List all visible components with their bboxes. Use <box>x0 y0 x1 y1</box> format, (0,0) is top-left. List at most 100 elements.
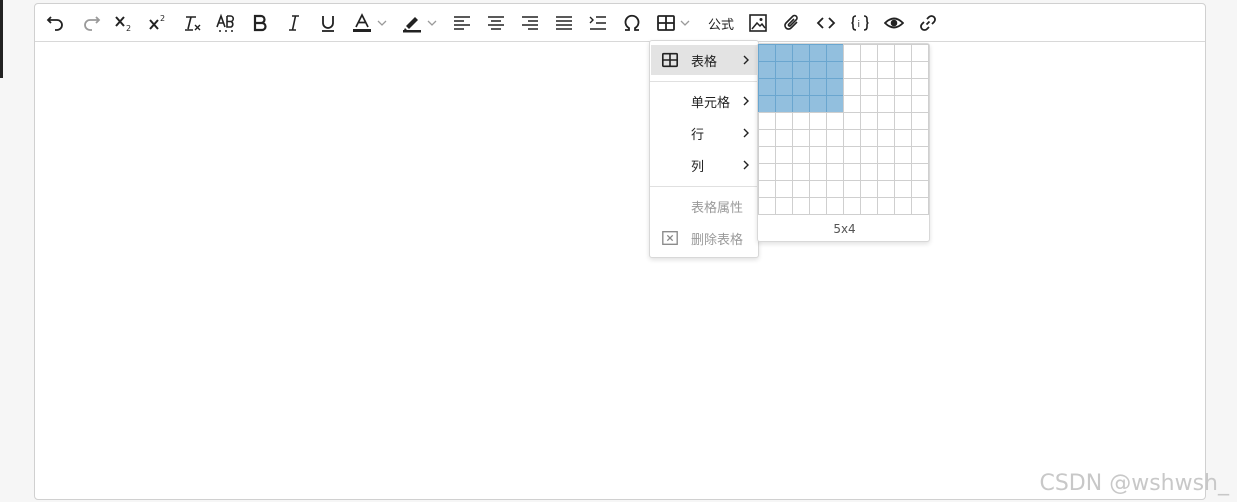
grid-cell[interactable] <box>758 61 776 79</box>
font-color-dropdown[interactable] <box>374 10 390 36</box>
grid-cell[interactable] <box>758 78 776 96</box>
align-center-button[interactable] <box>483 10 509 36</box>
special-char-button[interactable] <box>619 10 645 36</box>
grid-cell[interactable] <box>792 44 810 62</box>
grid-cell[interactable] <box>826 78 844 96</box>
menu-item-column[interactable]: 列 <box>651 150 758 180</box>
grid-cell[interactable] <box>843 129 861 147</box>
grid-cell[interactable] <box>877 44 895 62</box>
menu-item-cell[interactable]: 单元格 <box>651 86 758 116</box>
italic-button[interactable] <box>281 10 307 36</box>
grid-cell[interactable] <box>792 197 810 215</box>
grid-cell[interactable] <box>758 95 776 113</box>
align-left-button[interactable] <box>449 10 475 36</box>
superscript-button[interactable]: 2 <box>145 10 171 36</box>
grid-cell[interactable] <box>826 129 844 147</box>
grid-cell[interactable] <box>877 180 895 198</box>
underline-button[interactable] <box>315 10 341 36</box>
grid-cell[interactable] <box>860 163 878 181</box>
bold-button[interactable] <box>247 10 273 36</box>
grid-cell[interactable] <box>826 163 844 181</box>
grid-cell[interactable] <box>792 78 810 96</box>
grid-cell[interactable] <box>877 163 895 181</box>
highlight-color-button[interactable] <box>399 10 425 36</box>
grid-cell[interactable] <box>894 61 912 79</box>
grid-cell[interactable] <box>792 180 810 198</box>
grid-cell[interactable] <box>826 197 844 215</box>
redo-button[interactable] <box>78 10 104 36</box>
grid-cell[interactable] <box>894 197 912 215</box>
grid-cell[interactable] <box>877 95 895 113</box>
undo-button[interactable] <box>43 10 69 36</box>
table-grid[interactable] <box>758 44 931 216</box>
grid-cell[interactable] <box>911 129 929 147</box>
grid-cell[interactable] <box>860 95 878 113</box>
grid-cell[interactable] <box>826 112 844 130</box>
grid-cell[interactable] <box>911 112 929 130</box>
grid-cell[interactable] <box>826 44 844 62</box>
grid-cell[interactable] <box>860 78 878 96</box>
table-dropdown[interactable] <box>677 10 693 36</box>
grid-cell[interactable] <box>775 180 793 198</box>
grid-cell[interactable] <box>911 95 929 113</box>
menu-item-delete-table[interactable]: 删除表格 <box>651 223 758 253</box>
grid-cell[interactable] <box>809 112 827 130</box>
grid-cell[interactable] <box>758 163 776 181</box>
grid-cell[interactable] <box>792 129 810 147</box>
menu-item-table[interactable]: 表格 <box>651 45 758 75</box>
grid-cell[interactable] <box>860 112 878 130</box>
grid-cell[interactable] <box>809 197 827 215</box>
menu-item-table-properties[interactable]: 表格属性 <box>651 191 758 221</box>
highlight-color-dropdown[interactable] <box>424 10 440 36</box>
grid-cell[interactable] <box>809 95 827 113</box>
grid-cell[interactable] <box>758 146 776 164</box>
grid-cell[interactable] <box>877 197 895 215</box>
grid-cell[interactable] <box>843 197 861 215</box>
insert-image-button[interactable] <box>745 10 771 36</box>
editor-content-area[interactable] <box>35 42 1205 499</box>
grid-cell[interactable] <box>894 112 912 130</box>
grid-cell[interactable] <box>792 95 810 113</box>
grid-cell[interactable] <box>775 146 793 164</box>
line-height-button[interactable] <box>585 10 611 36</box>
grid-cell[interactable] <box>758 180 776 198</box>
grid-cell[interactable] <box>809 180 827 198</box>
grid-cell[interactable] <box>894 163 912 181</box>
grid-cell[interactable] <box>792 61 810 79</box>
table-button[interactable] <box>653 10 679 36</box>
formula-button[interactable]: 公式 <box>701 10 741 36</box>
grid-cell[interactable] <box>911 180 929 198</box>
align-right-button[interactable] <box>517 10 543 36</box>
grid-cell[interactable] <box>775 197 793 215</box>
grid-cell[interactable] <box>911 146 929 164</box>
grid-cell[interactable] <box>860 180 878 198</box>
grid-cell[interactable] <box>843 78 861 96</box>
grid-cell[interactable] <box>826 146 844 164</box>
grid-cell[interactable] <box>860 197 878 215</box>
grid-cell[interactable] <box>877 78 895 96</box>
grid-cell[interactable] <box>792 163 810 181</box>
code-block-button[interactable]: i <box>847 10 873 36</box>
grid-cell[interactable] <box>911 197 929 215</box>
grid-cell[interactable] <box>911 44 929 62</box>
grid-cell[interactable] <box>894 129 912 147</box>
grid-cell[interactable] <box>775 44 793 62</box>
grid-cell[interactable] <box>860 146 878 164</box>
grid-cell[interactable] <box>809 146 827 164</box>
grid-cell[interactable] <box>826 95 844 113</box>
grid-cell[interactable] <box>775 129 793 147</box>
grid-cell[interactable] <box>860 129 878 147</box>
link-button[interactable] <box>915 10 941 36</box>
grid-cell[interactable] <box>843 180 861 198</box>
preview-button[interactable] <box>881 10 907 36</box>
grid-cell[interactable] <box>758 197 776 215</box>
grid-cell[interactable] <box>809 61 827 79</box>
grid-cell[interactable] <box>911 163 929 181</box>
grid-cell[interactable] <box>877 61 895 79</box>
grid-cell[interactable] <box>758 129 776 147</box>
grid-cell[interactable] <box>894 180 912 198</box>
grid-cell[interactable] <box>809 129 827 147</box>
grid-cell[interactable] <box>809 163 827 181</box>
font-color-button[interactable] <box>349 10 375 36</box>
grid-cell[interactable] <box>826 180 844 198</box>
